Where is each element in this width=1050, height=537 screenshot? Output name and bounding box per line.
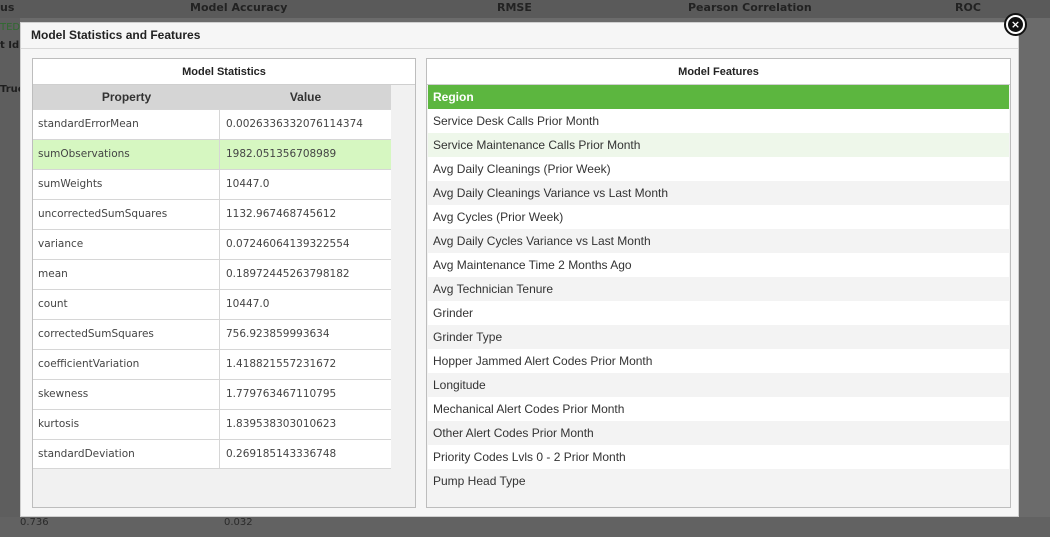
property-cell: uncorrectedSumSquares	[33, 200, 220, 229]
background-rmse-value: 0.032	[224, 517, 253, 528]
table-row[interactable]: sumWeights 10447.0	[33, 169, 391, 199]
table-row-highlighted[interactable]: sumObservations 1982.051356708989	[33, 139, 391, 169]
background-bottom-row: 0.736 0.032	[0, 517, 1050, 537]
model-statistics-panel: Model Statistics Property Value standard…	[32, 58, 416, 508]
value-cell: 1.839538303010623	[226, 418, 337, 430]
model-features-list: Region Service Desk Calls Prior Month Se…	[428, 85, 1009, 493]
model-statistics-dialog: Model Statistics and Features Model Stat…	[20, 22, 1019, 517]
close-icon: ×	[1008, 17, 1023, 32]
list-item[interactable]: Other Alert Codes Prior Month	[428, 421, 1009, 445]
table-row[interactable]: mean 0.18972445263798182	[33, 259, 391, 289]
list-item[interactable]: Priority Codes Lvls 0 - 2 Prior Month	[428, 445, 1009, 469]
table-row[interactable]: count 10447.0	[33, 289, 391, 319]
value-cell: 10447.0	[226, 178, 270, 190]
property-cell: standardErrorMean	[33, 110, 220, 139]
dialog-title: Model Statistics and Features	[31, 28, 201, 42]
value-cell: 10447.0	[226, 298, 270, 310]
value-cell: 0.0026336332076114374	[226, 118, 363, 130]
value-cell: 1.418821557231672	[226, 358, 337, 370]
background-column-model-accuracy: Model Accuracy	[190, 1, 288, 14]
background-left-strip: TED t Id True	[0, 18, 25, 537]
background-status-fragment: TED	[0, 22, 21, 33]
title-divider	[21, 48, 1018, 49]
property-cell: standardDeviation	[33, 440, 220, 468]
property-cell: sumWeights	[33, 170, 220, 199]
background-column-pearson: Pearson Correlation	[688, 1, 812, 14]
property-cell: sumObservations	[33, 140, 220, 169]
value-cell: 1982.051356708989	[226, 148, 337, 160]
property-cell: correctedSumSquares	[33, 320, 220, 349]
property-cell: mean	[33, 260, 220, 289]
feature-item-selected[interactable]: Region	[428, 85, 1009, 109]
model-statistics-heading: Model Statistics	[33, 59, 415, 85]
value-cell: 1132.967468745612	[226, 208, 337, 220]
list-item[interactable]: Service Desk Calls Prior Month	[428, 109, 1009, 133]
background-id-fragment: t Id	[0, 40, 20, 51]
list-item[interactable]: Avg Daily Cleanings (Prior Week)	[428, 157, 1009, 181]
table-row[interactable]: kurtosis 1.839538303010623	[33, 409, 391, 439]
table-row[interactable]: uncorrectedSumSquares 1132.967468745612	[33, 199, 391, 229]
list-item[interactable]: Avg Cycles (Prior Week)	[428, 205, 1009, 229]
list-item[interactable]: Longitude	[428, 373, 1009, 397]
table-row[interactable]: standardErrorMean 0.0026336332076114374	[33, 109, 391, 139]
table-row[interactable]: correctedSumSquares 756.923859993634	[33, 319, 391, 349]
property-cell: skewness	[33, 380, 220, 409]
list-item[interactable]: Avg Technician Tenure	[428, 277, 1009, 301]
value-cell: 0.269185143336748	[226, 448, 337, 460]
list-item[interactable]: Avg Maintenance Time 2 Months Ago	[428, 253, 1009, 277]
background-column-roc: ROC	[955, 1, 981, 14]
value-cell: 756.923859993634	[226, 328, 330, 340]
table-row[interactable]: skewness 1.779763467110795	[33, 379, 391, 409]
list-item[interactable]: Avg Daily Cycles Variance vs Last Month	[428, 229, 1009, 253]
property-cell: kurtosis	[33, 410, 220, 439]
table-row[interactable]: standardDeviation 0.269185143336748	[33, 439, 391, 469]
table-scroll-gutter[interactable]	[391, 109, 415, 469]
background-column-status: us	[0, 1, 15, 14]
list-item[interactable]: Avg Daily Cleanings Variance vs Last Mon…	[428, 181, 1009, 205]
list-item[interactable]: Service Maintenance Calls Prior Month	[428, 133, 1009, 157]
background-column-rmse: RMSE	[497, 1, 532, 14]
background-table-header: us Model Accuracy RMSE Pearson Correlati…	[0, 0, 1050, 18]
list-item[interactable]: Grinder	[428, 301, 1009, 325]
list-item[interactable]: Pump Head Type	[428, 469, 1009, 493]
value-cell: 1.779763467110795	[226, 388, 337, 400]
model-features-heading: Model Features	[427, 59, 1010, 85]
model-features-panel: Model Features Region Service Desk Calls…	[426, 58, 1011, 508]
table-row[interactable]: coefficientVariation 1.418821557231672	[33, 349, 391, 379]
property-cell: variance	[33, 230, 220, 259]
model-statistics-table: Property Value standardErrorMean 0.002633…	[33, 85, 391, 469]
list-item[interactable]: Grinder Type	[428, 325, 1009, 349]
value-cell: 0.18972445263798182	[226, 268, 350, 280]
property-cell: coefficientVariation	[33, 350, 220, 379]
value-column-header[interactable]: Value	[220, 85, 391, 109]
value-cell: 0.07246064139322554	[226, 238, 350, 250]
property-cell: count	[33, 290, 220, 319]
list-item[interactable]: Hopper Jammed Alert Codes Prior Month	[428, 349, 1009, 373]
table-row[interactable]: variance 0.07246064139322554	[33, 229, 391, 259]
background-accuracy-value: 0.736	[20, 517, 49, 528]
list-item[interactable]: Mechanical Alert Codes Prior Month	[428, 397, 1009, 421]
close-dialog-button[interactable]: ×	[1004, 13, 1027, 36]
property-column-header[interactable]: Property	[33, 85, 220, 109]
table-header-row: Property Value	[33, 85, 391, 109]
